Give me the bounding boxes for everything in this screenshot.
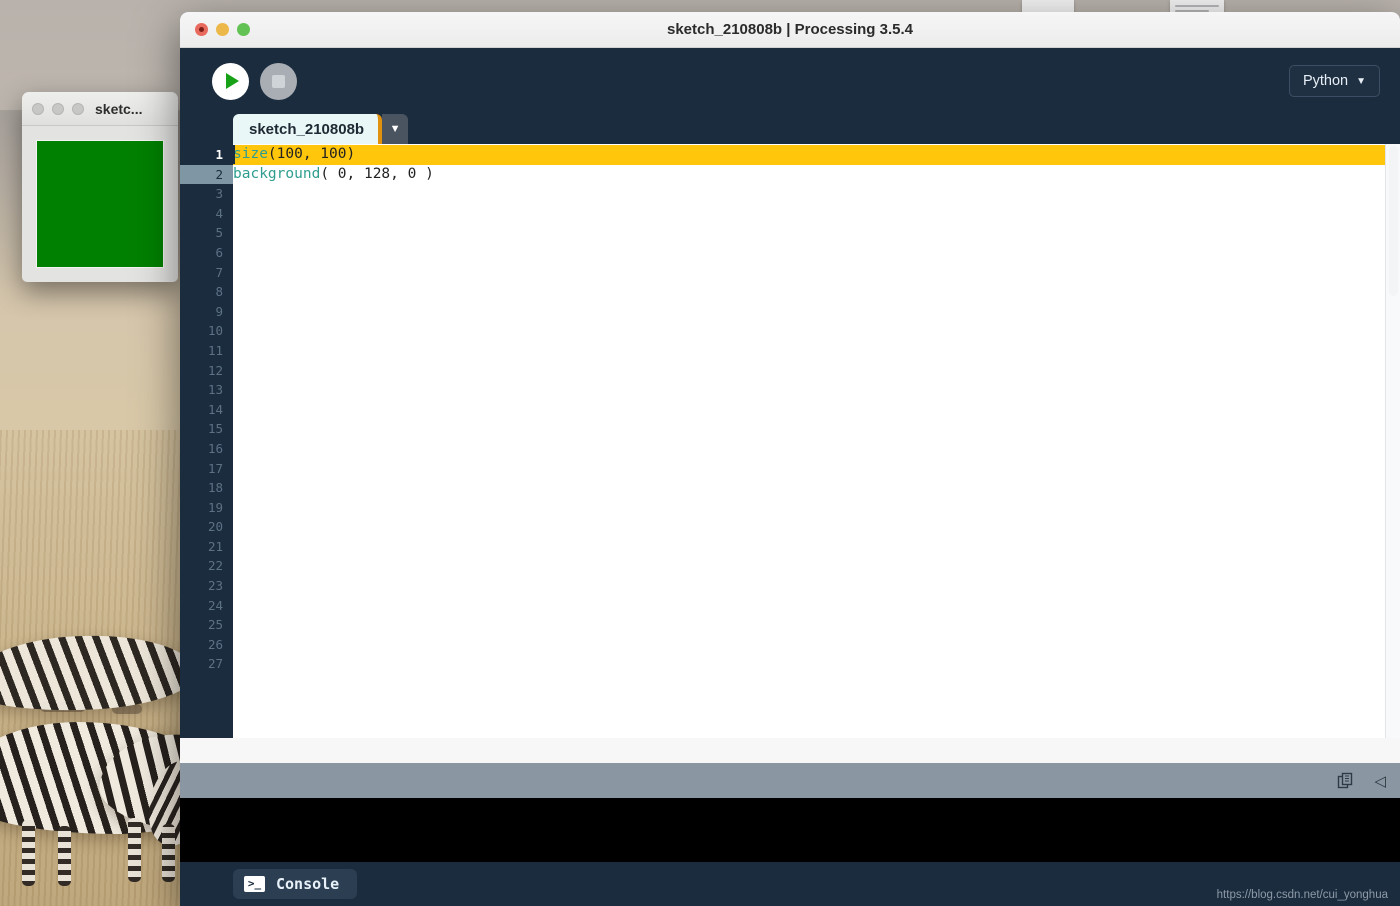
- line-number: 13: [207, 382, 223, 398]
- code-token-args: (100, 100): [267, 146, 356, 162]
- line-number: 9: [215, 303, 223, 319]
- sketch-preview-window[interactable]: sketc...: [22, 92, 178, 282]
- line-number: 7: [215, 264, 223, 280]
- pde-status-bar: ◁: [180, 763, 1400, 799]
- tab-sketch-210808b[interactable]: sketch_210808b: [233, 114, 383, 144]
- code-line[interactable]: background( 0, 128, 0 ): [233, 165, 1385, 185]
- line-number: 23: [207, 578, 223, 594]
- watermark-url: https://blog.csdn.net/cui_yonghua: [1216, 889, 1388, 901]
- copy-icon[interactable]: [1337, 772, 1354, 789]
- line-number: 26: [207, 636, 223, 652]
- line-number: 3: [215, 186, 223, 202]
- desktop: sketc... sketch_210808b | Processing 3.5…: [0, 0, 1400, 906]
- code-line[interactable]: size(100, 100): [233, 145, 1385, 165]
- pde-tab-strip: sketch_210808b ▼: [180, 114, 1400, 144]
- line-number: 15: [207, 421, 223, 437]
- console-tab-bar: >_ Console https://blog.csdn.net/cui_yon…: [180, 862, 1400, 906]
- line-number: 2: [180, 164, 233, 185]
- terminal-icon: >_: [244, 876, 265, 892]
- line-number: 6: [215, 244, 223, 260]
- code-token-function: background: [233, 165, 321, 182]
- line-number: 5: [215, 225, 223, 241]
- code-text-area[interactable]: size(100, 100) background( 0, 128, 0 ): [233, 144, 1385, 739]
- sketch-minimize-button[interactable]: [52, 102, 64, 115]
- line-number: 20: [207, 519, 223, 535]
- code-line-highlight: background( 0, 128, 0 ): [233, 166, 434, 182]
- pde-window-controls: [180, 23, 250, 36]
- line-number: 17: [207, 460, 223, 476]
- sketch-window-title: sketc...: [95, 100, 143, 117]
- sketch-canvas-area: [22, 126, 178, 282]
- line-number: 24: [207, 597, 223, 613]
- sketch-titlebar[interactable]: sketc...: [22, 92, 178, 126]
- pde-window-title: sketch_210808b | Processing 3.5.4: [666, 21, 913, 38]
- line-number: 10: [207, 323, 223, 339]
- console-button[interactable]: >_ Console: [233, 869, 358, 899]
- line-number: 21: [207, 538, 223, 554]
- line-number: 1: [215, 147, 223, 162]
- line-number: 18: [207, 480, 223, 496]
- wallpaper-zebra-leg: [128, 818, 141, 882]
- line-number: 8: [215, 284, 223, 300]
- close-button[interactable]: [195, 23, 208, 36]
- line-number: 19: [207, 499, 223, 515]
- line-number: 4: [215, 205, 223, 221]
- play-icon: [225, 73, 239, 89]
- chevron-down-icon: ▼: [1356, 75, 1366, 87]
- code-token-function: size: [233, 146, 268, 162]
- line-number: 11: [207, 342, 223, 358]
- mode-dropdown[interactable]: Python ▼: [1288, 65, 1380, 97]
- zoom-button[interactable]: [237, 23, 250, 36]
- wallpaper-zebra-leg: [58, 826, 71, 886]
- console-output: [180, 798, 1400, 862]
- stop-icon: [272, 74, 285, 88]
- code-editor[interactable]: 1 2 3 4 5 6 7 8 9 10 11 12 13 14 15 16 17 18 19 20 21 22 23 24 2…: [180, 144, 1400, 739]
- sketch-canvas: [36, 140, 164, 268]
- collapse-console-icon[interactable]: ◁: [1374, 772, 1386, 790]
- mode-label: Python: [1302, 73, 1349, 89]
- line-number: 27: [207, 656, 223, 672]
- tab-menu-button[interactable]: ▼: [382, 114, 409, 144]
- minimize-button[interactable]: [216, 23, 229, 36]
- editor-scrollbar-thumb[interactable]: [1388, 146, 1398, 296]
- code-token-args: ( 0, 128, 0 ): [320, 165, 434, 182]
- stop-button[interactable]: [260, 62, 297, 100]
- chevron-down-icon: ▼: [389, 123, 401, 135]
- pde-titlebar[interactable]: sketch_210808b | Processing 3.5.4: [180, 12, 1400, 48]
- line-number: 22: [207, 558, 223, 574]
- line-number: 14: [207, 401, 223, 417]
- tab-label: sketch_210808b: [249, 120, 365, 138]
- sketch-zoom-button[interactable]: [72, 102, 84, 115]
- line-number: 12: [207, 362, 223, 378]
- line-number: 16: [207, 440, 223, 456]
- pde-toolbar: Python ▼: [180, 48, 1400, 114]
- text-caret: [233, 145, 235, 164]
- wallpaper-zebra-leg: [22, 820, 35, 886]
- editor-bottom-strip: [180, 738, 1400, 764]
- wallpaper-zebra-leg: [162, 824, 175, 882]
- editor-scrollbar[interactable]: [1385, 144, 1400, 739]
- line-number: 25: [207, 617, 223, 633]
- console-button-label: Console: [276, 875, 340, 893]
- sketch-close-button[interactable]: [32, 102, 44, 115]
- processing-ide-window[interactable]: sketch_210808b | Processing 3.5.4 Python…: [180, 12, 1400, 906]
- line-number-gutter: 1 2 3 4 5 6 7 8 9 10 11 12 13 14 15 16 17 18 19 20 21 22 23 24 2…: [180, 144, 233, 739]
- run-button[interactable]: [212, 62, 249, 100]
